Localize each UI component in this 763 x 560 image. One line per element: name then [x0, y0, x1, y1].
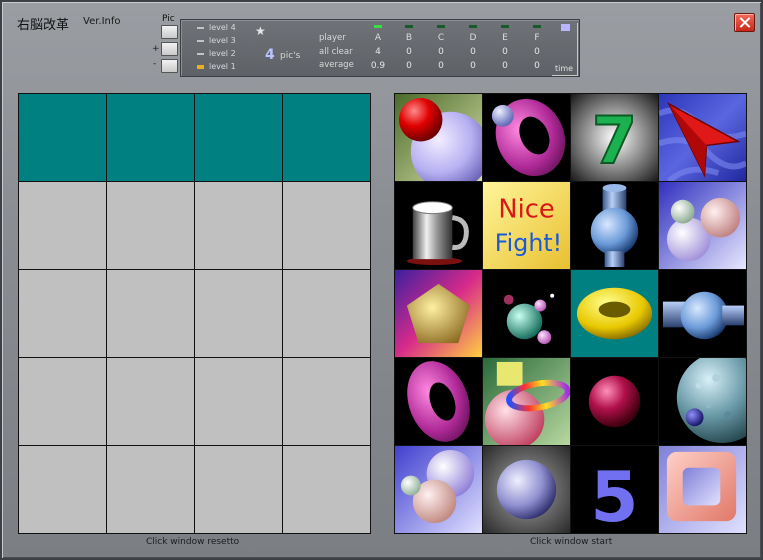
- player-d-indicator[interactable]: [469, 25, 477, 28]
- tile-torus-magenta-2[interactable]: [395, 358, 482, 445]
- answer-cell[interactable]: [195, 94, 282, 181]
- pic-label: Pic: [162, 14, 175, 24]
- caption-reset: Click window resetto: [146, 537, 240, 547]
- fight-text: Fight!: [495, 229, 562, 257]
- tile-small-spheres[interactable]: [483, 270, 570, 357]
- tile-pink-frame[interactable]: [659, 446, 746, 533]
- app-title: 右脳改革: [17, 18, 70, 33]
- tile-lavender-sphere[interactable]: [483, 446, 570, 533]
- stat-label-average: average: [319, 60, 354, 70]
- level-3-indicator[interactable]: [197, 40, 204, 42]
- player-e-indicator[interactable]: [501, 25, 509, 28]
- player-e-all-clear: 0: [502, 47, 508, 57]
- star-icon: ★: [255, 24, 266, 38]
- level-4-label[interactable]: level 4: [209, 23, 236, 32]
- player-b-head[interactable]: B: [399, 33, 419, 43]
- answer-cell[interactable]: [283, 94, 370, 181]
- player-a-all-clear: 4: [375, 47, 381, 57]
- answer-cell[interactable]: [195, 270, 282, 357]
- game-window: 右脳改革 Ver.Info Pic + - level 4 level 3 le…: [0, 0, 763, 560]
- stat-label-all-clear: all clear: [319, 47, 353, 57]
- tile-pentagon[interactable]: [395, 270, 482, 357]
- answer-grid[interactable]: [18, 93, 371, 534]
- answer-cell[interactable]: [19, 446, 106, 533]
- level-1-indicator[interactable]: [197, 65, 204, 69]
- info-panel: level 4 level 3 level 2 level 1 ★ 4 pic'…: [180, 19, 580, 77]
- player-d-head[interactable]: D: [463, 33, 483, 43]
- tile-blue-capsule[interactable]: [659, 270, 746, 357]
- answer-cell[interactable]: [195, 182, 282, 269]
- answer-cell[interactable]: [195, 358, 282, 445]
- answer-cell[interactable]: [195, 446, 282, 533]
- player-f-all-clear: 0: [534, 47, 540, 57]
- pics-word: pic's: [280, 51, 301, 61]
- pic-plus-sign: +: [152, 44, 160, 54]
- tile-torus-magenta[interactable]: [483, 94, 570, 181]
- answer-cell[interactable]: [283, 270, 370, 357]
- player-c-average: 0: [438, 61, 444, 71]
- player-f-head[interactable]: F: [527, 33, 547, 43]
- tile-crimson-sphere[interactable]: [571, 358, 658, 445]
- five-glyph: 5: [590, 458, 638, 533]
- tile-ring-sphere-cube[interactable]: [483, 358, 570, 445]
- answer-cell[interactable]: [107, 94, 194, 181]
- level-1-label[interactable]: level 1: [209, 62, 236, 71]
- stat-label-player: player: [319, 33, 346, 43]
- player-d-average: 0: [470, 61, 476, 71]
- tile-red-arrow[interactable]: [659, 94, 746, 181]
- answer-cell[interactable]: [19, 270, 106, 357]
- player-c-indicator[interactable]: [437, 25, 445, 28]
- seven-glyph: 7: [592, 103, 637, 179]
- answer-cell[interactable]: [107, 446, 194, 533]
- time-label: time: [555, 64, 574, 73]
- picture-grid[interactable]: 7 Nice Fight! 5: [394, 93, 747, 534]
- answer-cell[interactable]: [107, 358, 194, 445]
- player-e-average: 0: [502, 61, 508, 71]
- answer-cell[interactable]: [107, 182, 194, 269]
- tile-spheres-lavender[interactable]: [395, 446, 482, 533]
- answer-cell[interactable]: [283, 182, 370, 269]
- player-e-head[interactable]: E: [495, 33, 515, 43]
- level-2-indicator[interactable]: [197, 53, 204, 55]
- player-b-indicator[interactable]: [405, 25, 413, 28]
- pic-minus-button[interactable]: [161, 59, 178, 73]
- tile-nice-fight[interactable]: Nice Fight!: [483, 182, 570, 269]
- player-b-average: 0: [406, 61, 412, 71]
- answer-cell[interactable]: [283, 446, 370, 533]
- level-4-indicator[interactable]: [197, 27, 204, 29]
- pic-minus-sign: -: [153, 59, 157, 69]
- player-a-head[interactable]: A: [368, 33, 388, 43]
- close-button[interactable]: [734, 13, 755, 32]
- pic-plus-button[interactable]: [161, 42, 178, 56]
- tile-three-spheres[interactable]: [659, 182, 746, 269]
- player-b-all-clear: 0: [406, 47, 412, 57]
- time-indicator: [561, 24, 570, 31]
- answer-cell[interactable]: [107, 270, 194, 357]
- answer-cell[interactable]: [19, 94, 106, 181]
- answer-cell[interactable]: [283, 358, 370, 445]
- answer-cell[interactable]: [19, 358, 106, 445]
- player-f-indicator[interactable]: [533, 25, 541, 28]
- tile-blue-bottle[interactable]: [571, 182, 658, 269]
- answer-cell[interactable]: [19, 182, 106, 269]
- player-d-all-clear: 0: [470, 47, 476, 57]
- nice-text: Nice: [498, 195, 554, 225]
- player-c-head[interactable]: C: [431, 33, 451, 43]
- caption-start: Click window start: [530, 537, 613, 547]
- tile-number-five[interactable]: 5: [571, 446, 658, 533]
- tile-bumpy-sphere[interactable]: [659, 358, 746, 445]
- player-c-all-clear: 0: [438, 47, 444, 57]
- level-3-label[interactable]: level 3: [209, 36, 236, 45]
- pic-button-top[interactable]: [161, 25, 178, 39]
- player-a-indicator[interactable]: [374, 25, 382, 28]
- tile-mug[interactable]: [395, 182, 482, 269]
- tile-spheres-red[interactable]: [395, 94, 482, 181]
- ver-info-link[interactable]: Ver.Info: [83, 16, 121, 27]
- player-a-average: 0.9: [370, 61, 386, 71]
- tile-number-seven[interactable]: 7: [571, 94, 658, 181]
- tile-yellow-torus[interactable]: [571, 270, 658, 357]
- player-f-average: 0: [534, 61, 540, 71]
- pics-count: 4: [265, 47, 275, 63]
- level-2-label[interactable]: level 2: [209, 49, 236, 58]
